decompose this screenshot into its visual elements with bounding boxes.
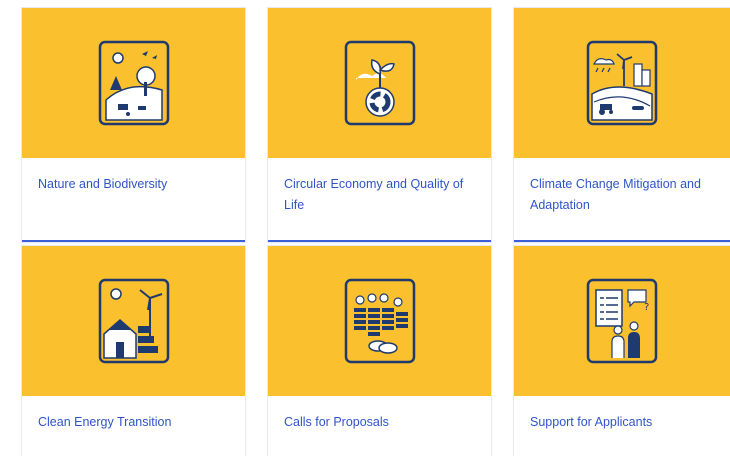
card-title[interactable]: Climate Change Mitigation and Adaptation [514,158,730,236]
card-title[interactable]: Support for Applicants [514,396,730,433]
card-image [514,8,730,158]
nature-biodiversity-icon [98,40,169,126]
card-image [22,246,245,396]
card-nature-biodiversity[interactable]: Nature and Biodiversity [22,8,245,242]
calls-for-proposals-icon [344,278,415,364]
card-calls-for-proposals[interactable]: Calls for Proposals [268,246,491,456]
card-title[interactable]: Circular Economy and Quality of Life [268,158,491,236]
card-support-applicants[interactable]: ? Support for Applicants [514,246,730,456]
circular-economy-icon [344,40,415,126]
card-title[interactable]: Clean Energy Transition [22,396,245,433]
card-title[interactable]: Nature and Biodiversity [22,158,245,236]
card-circular-economy[interactable]: Circular Economy and Quality of Life [268,8,491,242]
card-image [268,8,491,158]
clean-energy-icon [98,278,169,364]
card-clean-energy[interactable]: Clean Energy Transition [22,246,245,456]
card-title[interactable]: Calls for Proposals [268,396,491,433]
card-climate-change[interactable]: Climate Change Mitigation and Adaptation [514,8,730,242]
card-image: ? [514,246,730,396]
support-applicants-icon: ? [586,278,658,364]
svg-text:?: ? [644,302,649,313]
card-image [22,8,245,158]
card-image [268,246,491,396]
climate-change-icon [586,40,658,126]
